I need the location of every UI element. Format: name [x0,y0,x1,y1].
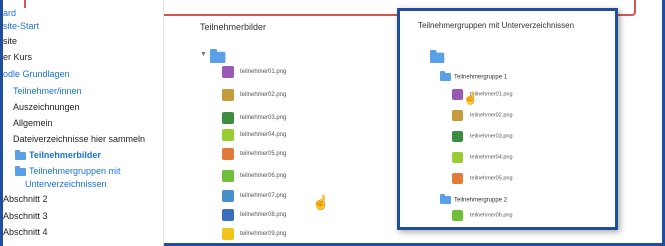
file-row[interactable]: teilnehmer07.png [222,190,286,206]
file-row[interactable]: teilnehmer01.png [222,66,286,82]
sidebar-item-label: Teilnehmerbilder [29,150,101,160]
popup-title: Teilnehmergruppen mit Unterverzeichnisse… [418,21,575,30]
root-folder-icon[interactable] [210,48,230,63]
group-folder-label: Teilnehmergruppe 1 [454,74,508,81]
sidebar-item-label: odle Grundlagen [3,69,70,79]
sidebar-item[interactable]: er Kurs [3,52,32,63]
sidebar-item[interactable]: Auszeichnungen [13,102,80,113]
sidebar-item[interactable]: Dateiverzeichnisse hier sammeln [13,134,145,145]
file-row[interactable]: teilnehmer03.png [222,112,286,128]
file-row[interactable]: teilnehmer02.png [222,89,286,105]
image-thumbnail-icon [222,228,234,240]
file-name: teilnehmer02.png [240,92,287,98]
file-row[interactable]: teilnehmer08.png [222,209,286,225]
file-name: teilnehmer01.png [240,69,287,75]
sidebar-item-label: Teilnehmer/innen [13,86,82,96]
image-thumbnail-icon [452,152,463,164]
file-row[interactable]: teilnehmer05.png [222,148,286,164]
image-thumbnail-icon [452,210,463,222]
sidebar-item-label: Abschnitt 4 [3,227,48,237]
file-name: teilnehmer06.png [470,212,513,219]
sidebar-item-label: Teilnehmergruppen mit [29,166,121,176]
sidebar-item-label: Abschnitt 3 [3,211,48,221]
sidebar-item-label: Unterverzeichnissen [25,179,107,189]
file-row[interactable]: teilnehmer03.png [452,131,513,145]
image-thumbnail-icon [222,129,234,141]
sidebar-item[interactable]: Teilnehmer/innen [13,86,82,97]
file-name: teilnehmer02.png [470,112,513,119]
image-thumbnail-icon [222,148,234,160]
file-name: teilnehmer05.png [240,151,287,157]
image-thumbnail-icon [452,173,463,185]
folder-icon [440,71,451,81]
folder-icon [15,165,26,176]
image-thumbnail-icon [452,89,463,101]
sidebar-item[interactable]: ard [3,8,16,19]
group-folder-1[interactable]: Teilnehmergruppe 1 [440,71,508,81]
hand-cursor-icon: ☝ [312,194,330,210]
file-row[interactable]: teilnehmer04.png [452,152,513,166]
image-thumbnail-icon [452,110,463,122]
sidebar-item[interactable]: Abschnitt 2 [3,194,48,205]
sidebar-item-label: Dateiverzeichnisse hier sammeln [13,134,146,144]
sidebar-item[interactable]: site [3,36,17,47]
folder-icon [440,194,451,204]
hand-cursor-icon: ☝ [463,91,478,105]
sidebar-item-label: site [3,36,18,46]
file-name: teilnehmer03.png [240,115,287,121]
popup-root-folder-icon[interactable] [430,49,448,63]
sidebar-item[interactable]: Teilnehmerbilder [15,149,101,161]
group-folder-2[interactable]: Teilnehmergruppe 2 [440,194,508,204]
file-name: teilnehmer04.png [240,132,287,138]
course-navigation-sidebar: ard site-Start site er Kurs odle Grundlagen T… [3,8,163,246]
image-thumbnail-icon [222,89,234,101]
sidebar-item-label: Auszeichnungen [13,102,80,112]
file-row[interactable]: teilnehmer06.png [452,210,513,224]
group-folder-label: Teilnehmergruppe 2 [454,197,508,204]
sidebar-item[interactable]: Allgemein [13,118,53,129]
file-name: teilnehmer06.png [240,173,287,179]
file-row[interactable]: teilnehmer05.png [452,173,513,187]
folder-icon [15,149,26,160]
tree-expand-caret-icon[interactable]: ▼ [200,51,207,58]
sidebar-item-label: Allgemein [13,118,53,128]
file-name: teilnehmer03.png [470,133,513,140]
file-row[interactable]: teilnehmer02.png [452,110,513,124]
sidebar-item-label: site-Start [3,21,40,31]
file-row[interactable]: teilnehmer09.png [222,228,286,244]
folder-title: Teilnehmerbilder [200,22,267,32]
sidebar-item-label: er Kurs [3,52,33,62]
sidebar-item[interactable]: Abschnitt 3 [3,211,48,222]
file-row[interactable]: teilnehmer04.png [222,129,286,145]
image-thumbnail-icon [222,66,234,78]
sidebar-item[interactable]: Unterverzeichnissen [25,179,107,190]
file-row[interactable]: teilnehmer06.png [222,170,286,186]
file-row[interactable]: teilnehmer01.png [452,89,513,103]
sidebar-divider [163,0,164,246]
sidebar-item-label: Abschnitt 2 [3,194,48,204]
file-name: teilnehmer07.png [240,193,287,199]
image-thumbnail-icon [222,190,234,202]
sidebar-item[interactable]: Teilnehmergruppen mit [15,165,121,177]
file-name: teilnehmer08.png [240,212,287,218]
file-name: teilnehmer05.png [470,175,513,182]
image-thumbnail-icon [222,112,234,124]
image-thumbnail-icon [452,131,463,143]
subfolder-preview-popup: Teilnehmergruppen mit Unterverzeichnisse… [397,8,618,230]
image-thumbnail-icon [222,209,234,221]
sidebar-item[interactable]: site-Start [3,21,39,32]
sidebar-item-label: ard [3,8,17,18]
image-thumbnail-icon [222,170,234,182]
file-name: teilnehmer09.png [240,231,287,237]
file-name: teilnehmer04.png [470,154,513,161]
sidebar-item[interactable]: Abschnitt 4 [3,227,48,238]
sidebar-item[interactable]: odle Grundlagen [3,69,70,80]
